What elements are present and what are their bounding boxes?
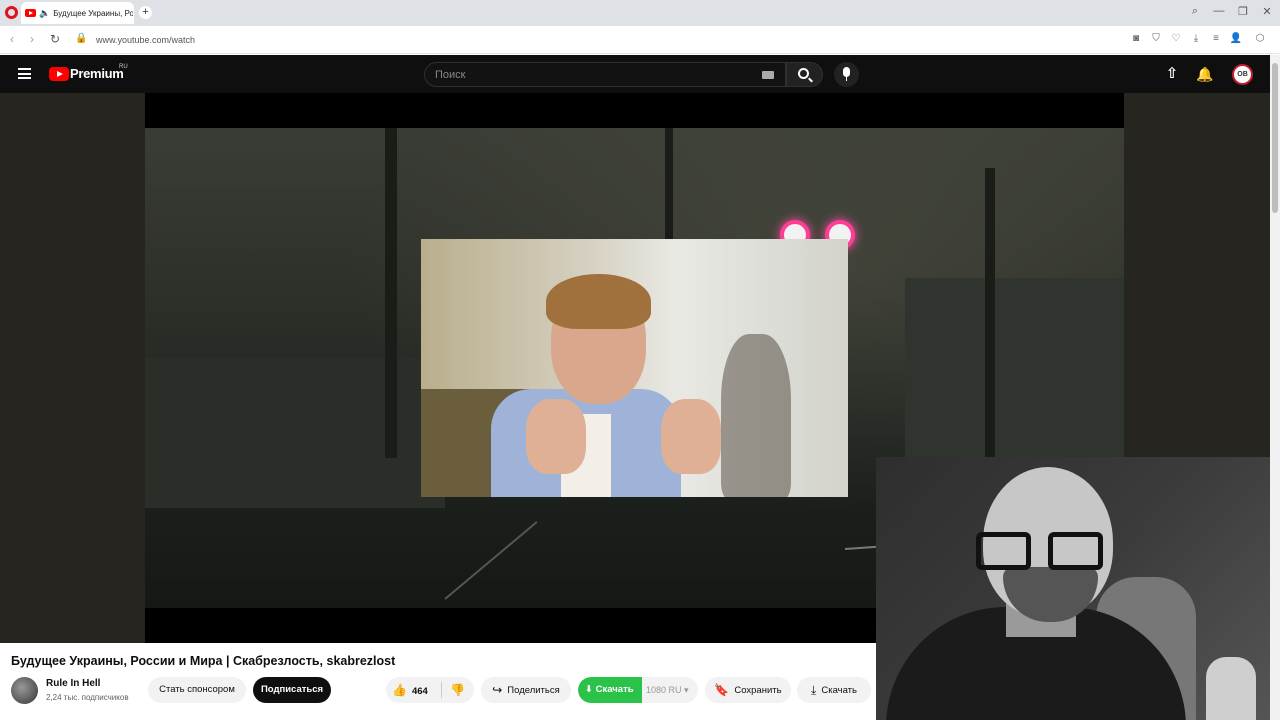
- youtube-favicon-icon: [25, 9, 36, 17]
- street-pole: [385, 128, 397, 458]
- new-tab-button[interactable]: +: [139, 6, 152, 19]
- dropdown-arrow-icon: ▾: [684, 685, 689, 695]
- search-input[interactable]: [435, 67, 755, 83]
- glasses-left-lens: [976, 532, 1031, 570]
- save-button[interactable]: 🔖 Сохранить: [705, 677, 791, 703]
- close-window-button[interactable]: ✕: [1258, 5, 1276, 18]
- download-green-button[interactable]: ⬇ Скачать: [578, 677, 642, 703]
- region-code: RU: [119, 64, 128, 70]
- inset-hand-shadow: [721, 334, 791, 497]
- inset-right-hand: [661, 399, 721, 474]
- share-label: Поделиться: [507, 685, 560, 696]
- download-label: Скачать: [595, 684, 634, 695]
- download-group: ⬇ Скачать 1080 RU ▾: [578, 677, 698, 703]
- subscriber-count: 2,24 тыс. подписчиков: [46, 693, 129, 702]
- video-inset-person: [421, 239, 848, 497]
- like-divider: [441, 682, 442, 698]
- inset-left-hand: [526, 399, 586, 474]
- shield-icon[interactable]: ⛉: [1149, 33, 1163, 44]
- browser-toolbar: ‹ › ↻ 🔒 www.youtube.com/watch ◙ ⛉ ♡ ⤓ ≡ …: [0, 26, 1280, 73]
- keyboard-icon[interactable]: [762, 71, 774, 79]
- scrollbar-thumb[interactable]: [1272, 63, 1278, 213]
- address-bar[interactable]: www.youtube.com/watch: [96, 35, 195, 45]
- download2-label: Скачать: [821, 685, 857, 696]
- youtube-header: Premium RU ⇧ 🔔 OB: [0, 55, 1270, 93]
- like-button[interactable]: 👍 464: [392, 677, 428, 703]
- browser-tab-bar: 🔈 Будущее Украины, Ро + ⌕ — ❐ ✕: [0, 0, 1280, 26]
- upload-icon[interactable]: ⇧: [1164, 65, 1180, 83]
- profile-icon[interactable]: 👤: [1229, 33, 1243, 44]
- download-button[interactable]: ⤓ Скачать: [797, 677, 871, 703]
- lock-icon[interactable]: 🔒: [75, 33, 87, 44]
- heart-icon[interactable]: ♡: [1169, 33, 1183, 44]
- sponsor-button[interactable]: Стать спонсором: [148, 677, 246, 703]
- download-quality-select[interactable]: 1080 RU ▾: [646, 677, 689, 703]
- download-arrow-icon: ⬇: [585, 684, 593, 695]
- reload-button[interactable]: ↻: [47, 32, 63, 46]
- dislike-button[interactable]: 👎: [450, 677, 465, 703]
- street-building: [905, 278, 1124, 478]
- microphone-stand: [846, 77, 847, 81]
- download-icon[interactable]: ⤓: [1189, 33, 1203, 44]
- maximize-button[interactable]: ❐: [1234, 5, 1252, 18]
- video-title: Будущее Украины, России и Мира | Скабрез…: [11, 654, 396, 668]
- browser-tab-active[interactable]: 🔈 Будущее Украины, Ро: [21, 2, 134, 24]
- search-icon: [798, 68, 809, 79]
- search-box: [424, 62, 786, 87]
- account-avatar[interactable]: OB: [1232, 64, 1253, 85]
- like-count: 464: [411, 686, 428, 697]
- youtube-logo-icon[interactable]: [49, 67, 69, 81]
- webcam-microphone: [1206, 657, 1256, 720]
- back-button[interactable]: ‹: [4, 32, 20, 46]
- tab-title: Будущее Украины, Ро: [53, 8, 134, 18]
- opera-logo-icon[interactable]: [5, 6, 18, 19]
- camera-icon[interactable]: ◙: [1129, 33, 1143, 44]
- like-dislike-group: 👍 464 👎: [386, 677, 474, 703]
- save-label: Сохранить: [734, 685, 782, 696]
- page-scrollbar[interactable]: [1270, 55, 1280, 720]
- inset-hair: [546, 274, 651, 329]
- microphone-icon: [843, 67, 850, 77]
- street-pole: [985, 168, 995, 458]
- download-quality-value: 1080 RU: [646, 685, 682, 695]
- share-icon: ↪: [492, 683, 503, 697]
- search-button[interactable]: [786, 62, 823, 87]
- premium-wordmark[interactable]: Premium: [70, 66, 124, 81]
- menu-icon[interactable]: ≡: [1209, 33, 1223, 44]
- street-pole: [665, 128, 673, 248]
- thumbs-up-icon: 👍: [392, 683, 407, 697]
- download-icon: ⤓: [811, 683, 817, 697]
- hamburger-menu-icon[interactable]: [18, 68, 31, 79]
- bookmark-icon: 🔖: [714, 683, 730, 697]
- glasses-right-lens: [1048, 532, 1103, 570]
- tab-search-icon[interactable]: ⌕: [1186, 5, 1204, 18]
- channel-name[interactable]: Rule In Hell: [46, 678, 100, 689]
- street-rail: [444, 521, 538, 600]
- channel-avatar[interactable]: [11, 677, 38, 704]
- webcam-glasses: [976, 532, 1111, 572]
- notifications-bell-icon[interactable]: 🔔: [1196, 65, 1213, 83]
- speaker-icon[interactable]: 🔈: [39, 8, 50, 19]
- webcam-overlay: [876, 457, 1270, 720]
- subscribe-button[interactable]: Подписаться: [253, 677, 331, 703]
- forward-button[interactable]: ›: [24, 32, 40, 46]
- street-wall: [145, 358, 445, 508]
- box-icon[interactable]: ⬡: [1253, 33, 1267, 44]
- voice-search-button[interactable]: [834, 62, 859, 87]
- minimize-button[interactable]: —: [1210, 5, 1228, 17]
- youtube-page: Premium RU ⇧ 🔔 OB: [0, 55, 1270, 720]
- share-button[interactable]: ↪ Поделиться: [481, 677, 571, 703]
- thumbs-down-icon: 👎: [450, 683, 465, 697]
